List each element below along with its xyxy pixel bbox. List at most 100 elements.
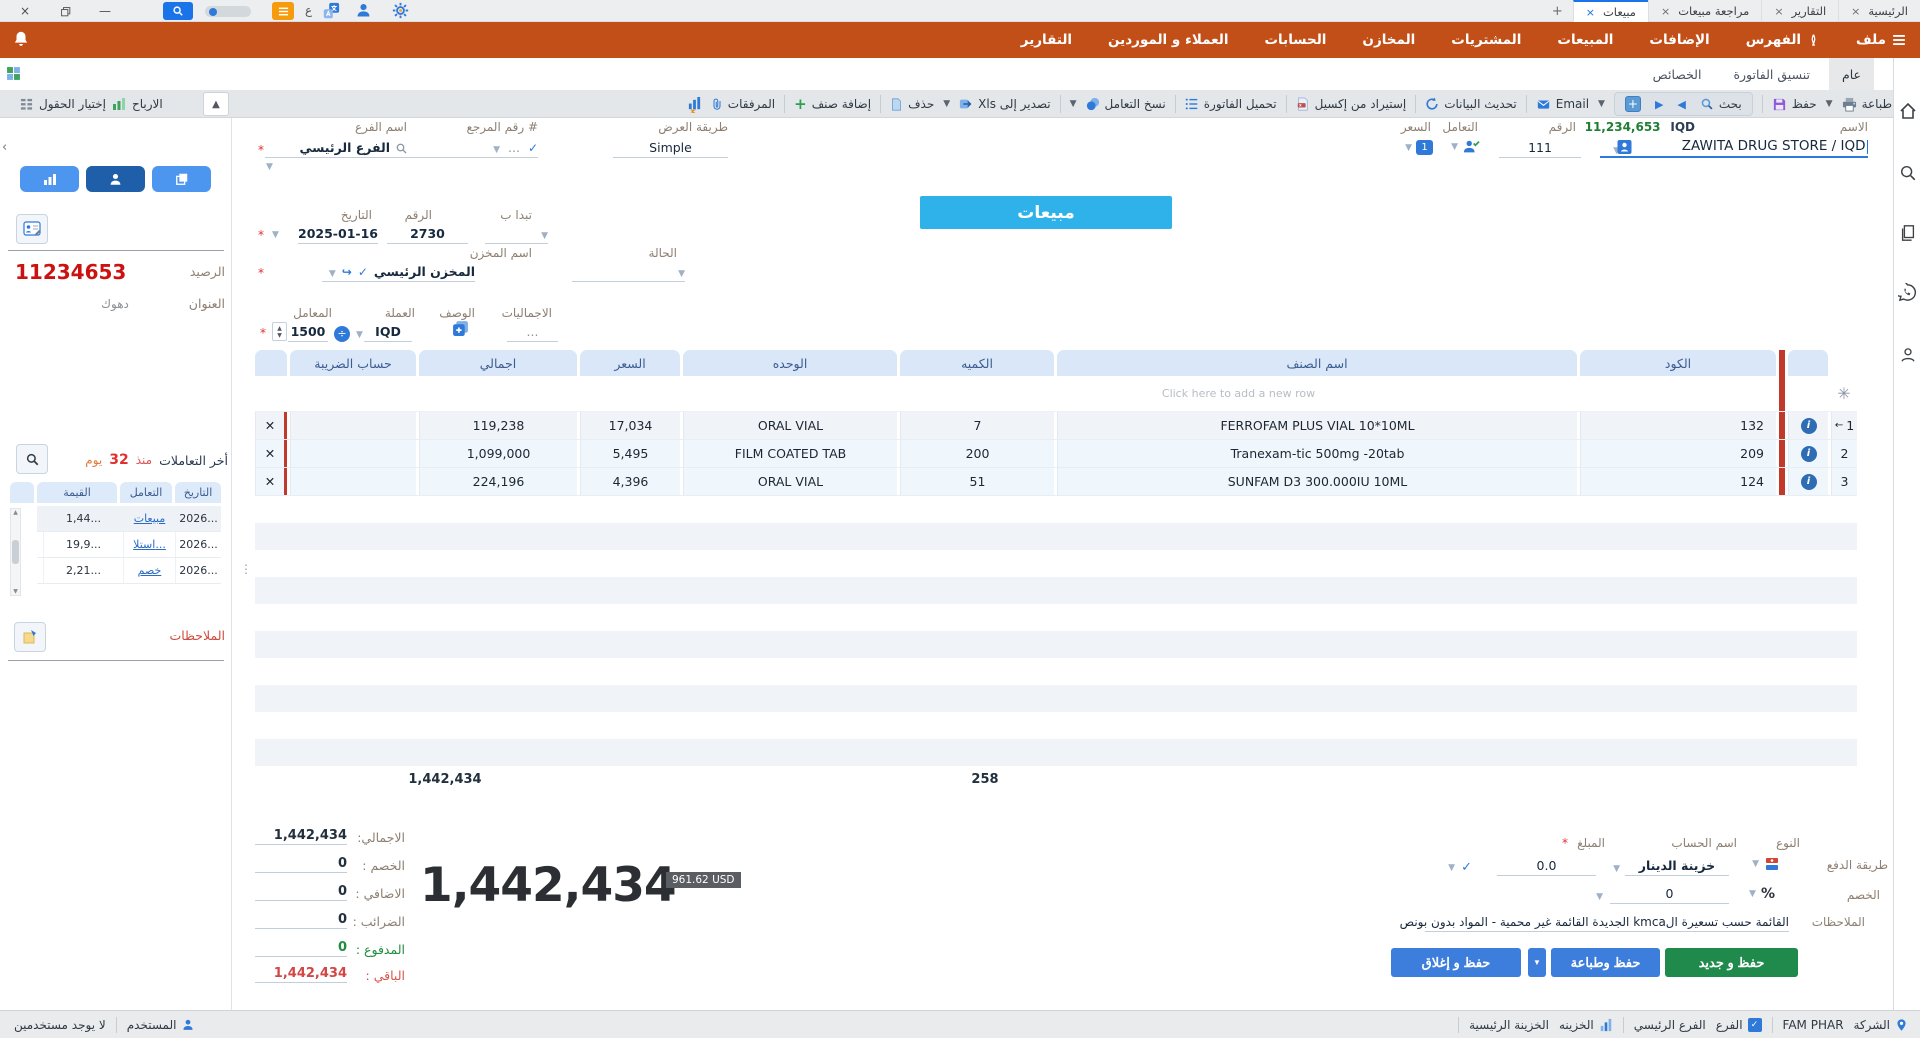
print-button[interactable]: طباعة (1842, 97, 1892, 112)
delete-button[interactable]: حذف (890, 97, 934, 111)
amount-input[interactable]: 0.0 (1497, 856, 1596, 876)
prev-record-icon[interactable]: ▶ (1655, 98, 1663, 111)
currency-dropdown-icon[interactable]: ▼ (356, 330, 363, 340)
next-record-icon[interactable]: ◀ (1677, 98, 1685, 111)
menu-item-file[interactable]: ملف (1856, 32, 1906, 48)
account-input[interactable]: خزينة الدينار (1625, 856, 1729, 876)
redo-arrow-icon[interactable]: ↪ (342, 265, 352, 279)
translate-button[interactable] (322, 2, 340, 20)
cell-tax[interactable] (290, 412, 416, 439)
documents-button[interactable] (1897, 222, 1918, 243)
whatsapp-button[interactable] (1897, 282, 1918, 303)
payment-method-selector[interactable]: ▼ (1752, 856, 1780, 872)
cell-price[interactable]: 5,495 (580, 440, 680, 467)
email-button[interactable]: Email (1536, 97, 1589, 111)
menu-item-sales[interactable]: المبيعات (1557, 32, 1613, 48)
cell-unit[interactable]: FILM COATED TAB (683, 440, 897, 467)
price-type-selector[interactable]: 1 ▼ (1405, 140, 1433, 155)
price-dropdown-icon[interactable]: ▼ (1405, 143, 1412, 153)
display-mode-input[interactable]: Simple (613, 138, 728, 158)
add-row-hint[interactable]: Click here to add a new row (900, 376, 1577, 411)
column-value[interactable]: القيمة (37, 482, 117, 503)
panel-notes-button[interactable] (14, 622, 46, 652)
tab-close-icon[interactable]: × (1661, 5, 1670, 18)
transaction-row[interactable]: 2026... خصم 2,21... (37, 558, 221, 584)
import-excel-button[interactable]: إستيراد من إكسيل (1296, 97, 1406, 111)
delete-row-icon[interactable]: ✕ (255, 412, 287, 439)
cell-total[interactable]: 119,238 (419, 412, 577, 439)
save-and-print-button[interactable]: حفظ وطباعة (1551, 948, 1660, 977)
tab-sales-review[interactable]: مراجعة مبيعات × (1647, 0, 1761, 22)
menu-item-accounts[interactable]: الحسابات (1264, 32, 1326, 48)
reference-input[interactable]: ✓ ... ▼ (401, 138, 538, 158)
number-input[interactable]: 111 (1499, 138, 1581, 158)
date-dropdown-icon[interactable]: ▼ (272, 230, 279, 240)
amount-confirm[interactable]: ✓ ▼ (1448, 860, 1472, 875)
column-code[interactable]: الكود (1580, 350, 1776, 376)
cell-price[interactable]: 4,396 (580, 468, 680, 495)
discount-unit-dropdown-icon[interactable]: ▼ (1749, 889, 1756, 899)
transactions-scrollbar[interactable]: ▲ ▼ (10, 508, 21, 596)
language-indicator[interactable]: ع (305, 3, 312, 17)
window-close-button[interactable]: × (12, 0, 38, 22)
scroll-down-icon[interactable]: ▼ (13, 588, 18, 595)
factor-stepper[interactable]: ▲ ▼ (272, 322, 287, 341)
cell-code[interactable]: 132 (1580, 412, 1776, 439)
load-invoice-button[interactable]: تحميل الفاتورة (1185, 97, 1277, 111)
column-qty[interactable]: الكميه (900, 350, 1054, 376)
search-button[interactable]: بحث (1700, 97, 1742, 111)
account-dropdown-icon[interactable]: ▼ (1613, 864, 1620, 874)
tx-type-link[interactable]: مبيعات (134, 512, 166, 525)
doc-number-input[interactable]: 2730 (387, 224, 468, 244)
cell-total[interactable]: 1,099,000 (419, 440, 577, 467)
confirm-dropdown-icon[interactable]: ▼ (1448, 863, 1455, 873)
menu-list-button[interactable] (272, 2, 294, 20)
cell-price[interactable]: 17,034 (580, 412, 680, 439)
notifications-button[interactable] (12, 30, 30, 48)
dealing-selector[interactable]: ▼ (1451, 139, 1480, 155)
customer-name-input[interactable]: ZAWITA DRUG STORE / IQD (1600, 138, 1868, 158)
splitter-handle[interactable]: ⋮ (240, 562, 253, 576)
copy-dropdown-icon[interactable]: ▼ (1070, 99, 1077, 109)
tab-invoice-format[interactable]: تنسيق الفاتورة (1720, 58, 1823, 90)
tab-sales[interactable]: مبيعات × (1572, 0, 1648, 22)
cell-name[interactable]: Tranexam-tic 500mg -20tab (1057, 440, 1577, 467)
payment-notes-input[interactable]: القائمة حسب تسعيرة الkmca الجديدة القائم… (1400, 912, 1789, 932)
menu-item-reports[interactable]: التقارير (1021, 32, 1072, 48)
cell-tax[interactable] (290, 440, 416, 467)
column-unit[interactable]: الوحده (683, 350, 897, 376)
cell-unit[interactable]: ORAL VIAL (683, 468, 897, 495)
table-row[interactable]: 2 i 209 Tranexam-tic 500mg -20tab 200 FI… (255, 440, 1857, 468)
warehouse-input[interactable]: المخزن الرئيسي ✓ ↪ ▼ (322, 262, 475, 282)
window-restore-button[interactable] (52, 0, 78, 22)
date-input[interactable]: 2025-01-16 (298, 224, 378, 244)
cell-unit[interactable]: ORAL VIAL (683, 412, 897, 439)
cell-tax[interactable] (290, 468, 416, 495)
cell-qty[interactable]: 51 (900, 468, 1054, 495)
tab-close-icon[interactable]: × (1774, 5, 1783, 18)
edit-contact-button[interactable] (16, 214, 48, 244)
status-branch[interactable]: ✓ الفرع (1716, 1018, 1762, 1032)
column-type[interactable]: التعامل (120, 482, 172, 503)
export-dropdown-icon[interactable]: ▼ (943, 99, 950, 109)
column-tax[interactable]: حساب الضريبة (290, 350, 416, 376)
settings-button[interactable] (392, 2, 409, 19)
cell-code[interactable]: 209 (1580, 440, 1776, 467)
tx-type-link[interactable]: استلا... (133, 538, 166, 551)
panel-collapse-icon[interactable]: ‹ (2, 140, 7, 155)
cell-qty[interactable]: 7 (900, 412, 1054, 439)
tx-type-link[interactable]: خصم (138, 564, 162, 577)
discount-input[interactable]: 0 (1610, 884, 1729, 904)
refresh-data-button[interactable]: تحديث البيانات (1425, 97, 1517, 111)
tab-reports[interactable]: التقارير × (1761, 0, 1838, 22)
factor-input[interactable]: 1500 (288, 322, 328, 342)
quick-search-button[interactable] (163, 2, 193, 20)
menu-item-customers-suppliers[interactable]: العملاء و الموردين (1108, 32, 1228, 48)
toolbar-collapse-button[interactable]: ▲ (203, 92, 229, 116)
save-button[interactable]: حفظ (1772, 97, 1817, 112)
info-icon[interactable]: i (1800, 473, 1817, 490)
info-icon[interactable]: i (1800, 417, 1817, 434)
cell-name[interactable]: FERROFAM PLUS VIAL 10*10ML (1057, 412, 1577, 439)
add-item-button[interactable]: إضافة صنف + (794, 95, 871, 113)
attachments-button[interactable]: المرفقات (711, 97, 775, 111)
